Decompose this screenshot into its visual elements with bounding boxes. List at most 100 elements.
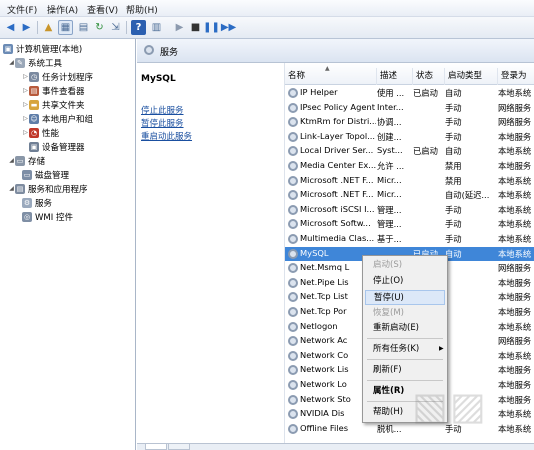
table-row[interactable]: IP Helper 使用 ... 已启动 自动 本地系统 — [285, 86, 534, 101]
cell-logon-as: 本地系统 — [498, 321, 532, 332]
expand-icon[interactable]: ▷ — [22, 87, 29, 94]
ctx-refresh[interactable]: 刷新(F) — [365, 363, 445, 378]
tree-item-services-apps[interactable]: ◢ ▤ 服务和应用程序 — [8, 182, 88, 195]
help-icon[interactable]: ? — [131, 20, 146, 35]
collapse-icon[interactable]: ◢ — [8, 59, 15, 66]
menu-file[interactable]: 文件(F) — [7, 3, 37, 16]
column-header-logon-as[interactable]: 登录为 — [498, 68, 534, 85]
event-viewer-icon: ▤ — [29, 85, 39, 96]
tree-item-label: 任务计划程序 — [42, 72, 94, 83]
cell-logon-as: 网络服务 — [498, 102, 532, 113]
pause-icon[interactable]: ❚❚ — [203, 20, 220, 35]
menu-help[interactable]: 帮助(H) — [126, 3, 158, 16]
restart-icon[interactable]: ▶▶ — [221, 20, 236, 35]
table-row[interactable]: Multimedia Clas... 基于... 手动 本地系统 — [285, 232, 534, 247]
table-row[interactable]: IPsec Policy Agent Inter... 手动 网络服务 — [285, 101, 534, 116]
column-header-name[interactable]: 名称 — [285, 68, 377, 85]
toolbar: ◀ ▶ ▲ ▦ ▤ ↻ ⇲ ? ▥ ▶ ■ ❚❚ ▶▶ — [0, 17, 534, 39]
export-icon[interactable]: ⇲ — [108, 20, 123, 35]
tree-item-label: 设备管理器 — [42, 142, 85, 153]
cell-logon-as: 网络服务 — [498, 336, 532, 347]
table-row[interactable]: Microsoft .NET F... Micr... 自动(延迟... 本地系统 — [285, 188, 534, 203]
collapse-icon[interactable]: ◢ — [8, 157, 15, 164]
cell-description: 管理... — [377, 204, 402, 215]
tree-item-performance[interactable]: ▷ ◔ 性能 — [22, 126, 59, 139]
tree-item-services[interactable]: ⚙ 服务 — [22, 196, 52, 209]
cell-description: 允许 ... — [377, 161, 405, 171]
tree-item-wmi[interactable]: ◎ WMI 控件 — [22, 210, 73, 223]
shared-folder-icon: ▬ — [29, 99, 39, 110]
service-gear-icon — [288, 380, 298, 390]
tree-item-task-scheduler[interactable]: ▷ ◷ 任务计划程序 — [22, 70, 93, 83]
cell-description: Micr... — [377, 189, 402, 200]
tree-item-device-manager[interactable]: ▣ 设备管理器 — [29, 140, 85, 153]
cell-logon-as: 本地服务 — [498, 307, 532, 317]
tree-item-shared-folders[interactable]: ▷ ▬ 共享文件夹 — [22, 98, 85, 111]
cell-status: 已启动 — [413, 88, 438, 98]
service-gear-icon — [288, 263, 298, 274]
service-gear-icon — [288, 292, 298, 303]
properties-icon[interactable]: ▤ — [76, 20, 91, 35]
ctx-start[interactable]: 启动(S) — [365, 258, 445, 273]
pause-service-link[interactable]: 暂停此服务 — [141, 117, 184, 129]
tree-root[interactable]: ▣ 计算机管理(本地) — [3, 42, 82, 55]
expand-icon[interactable]: ▷ — [22, 101, 29, 108]
stop-icon[interactable]: ■ — [188, 20, 203, 35]
table-row[interactable]: Local Driver Ser... Syst... 已启动 自动 本地系统 — [285, 144, 534, 159]
table-row[interactable]: Microsoft iSCSI I... 管理... 手动 本地系统 — [285, 203, 534, 218]
watermark-logo: ▧▨ — [412, 384, 488, 428]
expand-icon[interactable]: ▷ — [22, 115, 29, 122]
expand-icon[interactable]: ▷ — [22, 129, 29, 136]
table-row[interactable]: Media Center Ex... 允许 ... 禁用 本地服务 — [285, 159, 534, 174]
cell-name: IPsec Policy Agent — [300, 101, 375, 112]
service-gear-icon — [288, 204, 298, 215]
tab-standard[interactable] — [168, 444, 190, 450]
tree-item-system-tools[interactable]: ◢ ✎ 系统工具 — [8, 56, 62, 69]
tree-item-storage[interactable]: ◢ ▭ 存储 — [8, 154, 45, 167]
column-header-description[interactable]: 描述 — [377, 68, 413, 85]
tree-item-label: 服务 — [35, 198, 53, 209]
ctx-all-tasks[interactable]: 所有任务(K) — [365, 342, 445, 357]
up-folder-icon[interactable]: ▲ — [41, 20, 56, 35]
tab-extended[interactable] — [145, 444, 167, 450]
back-icon[interactable]: ◀ — [3, 20, 18, 35]
cell-logon-as: 网络服务 — [498, 117, 532, 128]
ctx-resume[interactable]: 恢复(M) — [365, 306, 445, 321]
refresh-icon[interactable]: ↻ — [92, 20, 107, 35]
restart-service-link[interactable]: 重启动此服务 — [141, 130, 192, 142]
tree-item-local-users[interactable]: ▷ ☺ 本地用户和组 — [22, 112, 93, 125]
stop-service-link[interactable]: 停止此服务 — [141, 104, 184, 116]
ctx-restart[interactable]: 重新启动(E) — [365, 321, 445, 336]
column-header-startup-type[interactable]: 启动类型 — [445, 68, 498, 85]
play-icon[interactable]: ▶ — [172, 20, 187, 35]
ctx-pause[interactable]: 暂停(U) — [365, 290, 445, 305]
ctx-stop[interactable]: 停止(O) — [365, 274, 445, 289]
cell-description: 使用 ... — [377, 88, 405, 98]
show-tree-icon[interactable]: ▦ — [58, 20, 73, 35]
collapse-icon[interactable]: ◢ — [8, 185, 15, 192]
cell-name: Multimedia Clas... — [300, 233, 375, 243]
cell-logon-as: 本地系统 — [498, 190, 532, 201]
table-row[interactable]: Microsoft Softw... 管理... 手动 本地系统 — [285, 217, 534, 232]
tree-item-event-viewer[interactable]: ▷ ▤ 事件查看器 — [22, 84, 85, 97]
tree-item-label: 性能 — [42, 128, 60, 139]
table-row[interactable]: KtmRm for Distri... 协调... 手动 网络服务 — [285, 115, 534, 130]
cell-logon-as: 本地服务 — [498, 277, 532, 288]
menu-view[interactable]: 查看(V) — [87, 3, 118, 16]
service-gear-icon — [288, 190, 298, 201]
toolbar-separator — [126, 21, 127, 34]
service-gear-icon — [288, 234, 298, 244]
menu-action[interactable]: 操作(A) — [47, 3, 78, 16]
tree-item-disk-management[interactable]: ▭ 磁盘管理 — [22, 168, 69, 181]
expand-icon[interactable]: ▷ — [22, 73, 29, 80]
ctx-separator — [367, 338, 443, 339]
view-icon[interactable]: ▥ — [149, 20, 164, 35]
forward-icon[interactable]: ▶ — [19, 20, 34, 35]
cell-name: Offline Files — [300, 422, 349, 433]
column-header-status[interactable]: 状态 — [413, 68, 445, 85]
cell-description: 脱机... — [377, 423, 402, 434]
cell-description: Inter... — [377, 101, 404, 112]
table-row[interactable]: Microsoft .NET F... Micr... 禁用 本地系统 — [285, 174, 534, 189]
table-row[interactable]: Link-Layer Topol... 创建... 手动 本地服务 — [285, 130, 534, 145]
cell-startup-type: 手动 — [445, 117, 462, 128]
